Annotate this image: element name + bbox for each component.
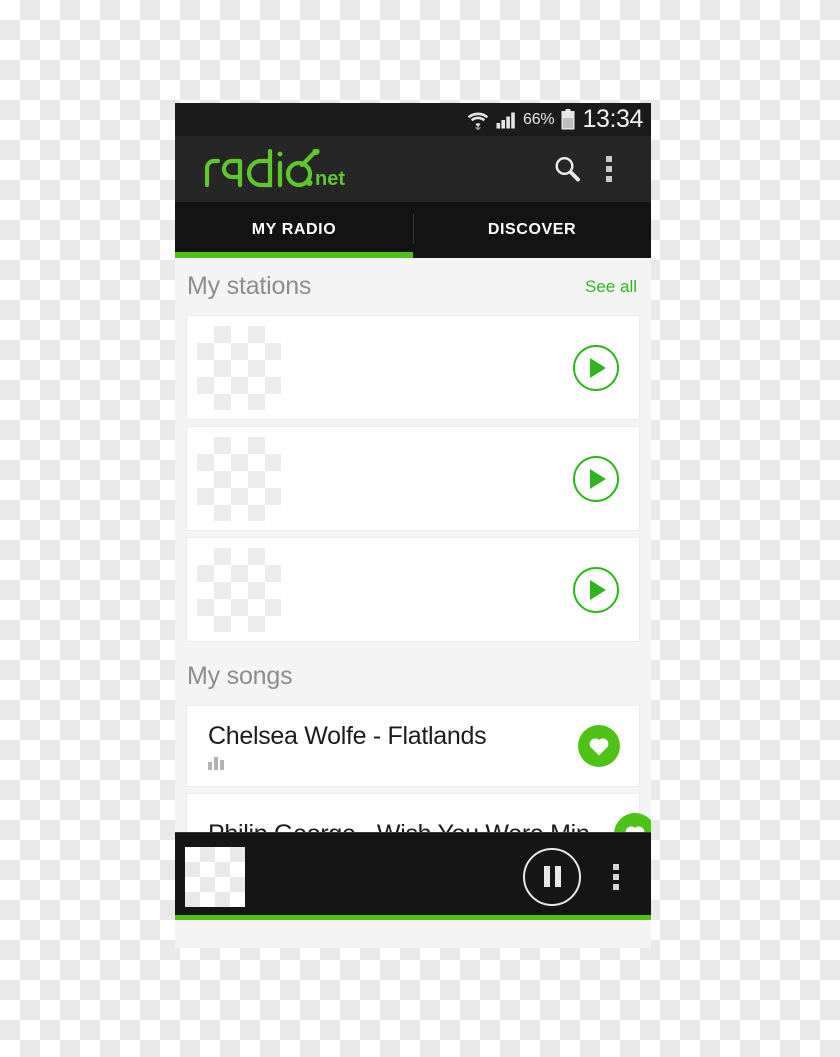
status-bar-icons: 66%	[467, 109, 575, 130]
play-icon[interactable]	[573, 344, 619, 391]
station-logo-placeholder	[197, 325, 281, 410]
song-title: Chelsea Wolfe - Flatlands	[208, 722, 487, 750]
player-progress-bar[interactable]	[175, 915, 651, 920]
section-header-my-stations: My stations See all	[175, 258, 651, 315]
equalizer-bar	[208, 762, 212, 770]
equalizer-bar	[214, 757, 218, 770]
tab-bar: MY RADIO DISCOVER	[175, 202, 651, 258]
overflow-dot	[606, 166, 612, 172]
overflow-dot	[613, 863, 619, 870]
play-triangle	[590, 357, 606, 378]
svg-text:net: net	[315, 168, 345, 189]
wifi-icon	[467, 110, 489, 130]
overflow-dot	[606, 176, 612, 182]
section-title: My songs	[187, 662, 293, 690]
section-title: My stations	[187, 272, 312, 300]
heart-icon[interactable]	[578, 725, 620, 767]
tab-my-radio[interactable]: MY RADIO	[175, 202, 413, 258]
phone-screenshot: 66% 13:34 net MY RADIO DISCOVER My stati…	[175, 103, 651, 948]
station-row[interactable]	[186, 537, 640, 642]
station-row[interactable]	[186, 315, 640, 420]
player-bar[interactable]	[175, 832, 651, 920]
pause-bar	[554, 866, 561, 887]
pause-icon[interactable]	[523, 847, 581, 906]
search-icon[interactable]	[545, 147, 589, 191]
section-header-my-songs: My songs	[175, 648, 651, 705]
pause-bar	[543, 866, 550, 887]
battery-icon	[561, 109, 575, 130]
equalizer-icon	[208, 757, 578, 770]
tab-discover[interactable]: DISCOVER	[413, 202, 651, 258]
tab-my-radio-label: MY RADIO	[251, 221, 337, 238]
station-logo-placeholder	[197, 547, 281, 632]
overflow-dot	[613, 873, 619, 880]
battery-percent-label: 66%	[523, 110, 555, 128]
song-row[interactable]: Chelsea Wolfe - Flatlands	[186, 705, 640, 787]
tab-discover-label: DISCOVER	[487, 221, 577, 238]
status-bar: 66% 13:34	[175, 103, 651, 136]
player-artwork-placeholder	[185, 846, 245, 907]
play-triangle	[590, 468, 606, 489]
see-all-link[interactable]: See all	[585, 277, 637, 297]
play-icon[interactable]	[573, 455, 619, 502]
equalizer-bar	[220, 760, 224, 770]
play-triangle	[590, 579, 606, 600]
action-bar: net	[175, 136, 651, 202]
overflow-dot	[613, 883, 619, 890]
station-logo-placeholder	[197, 436, 281, 521]
overflow-menu-icon[interactable]	[589, 147, 629, 191]
player-overflow-menu-icon[interactable]	[599, 852, 633, 902]
overflow-dot	[606, 156, 612, 162]
song-info: Chelsea Wolfe - Flatlands	[208, 722, 578, 770]
radionet-logo[interactable]: net	[203, 149, 355, 189]
cellular-signal-icon	[496, 111, 516, 129]
play-icon[interactable]	[573, 566, 619, 613]
status-bar-clock: 13:34	[582, 105, 643, 133]
content-scroll-area[interactable]: My stations See all My songs Chelsea Wol…	[175, 258, 651, 920]
station-row[interactable]	[186, 426, 640, 531]
